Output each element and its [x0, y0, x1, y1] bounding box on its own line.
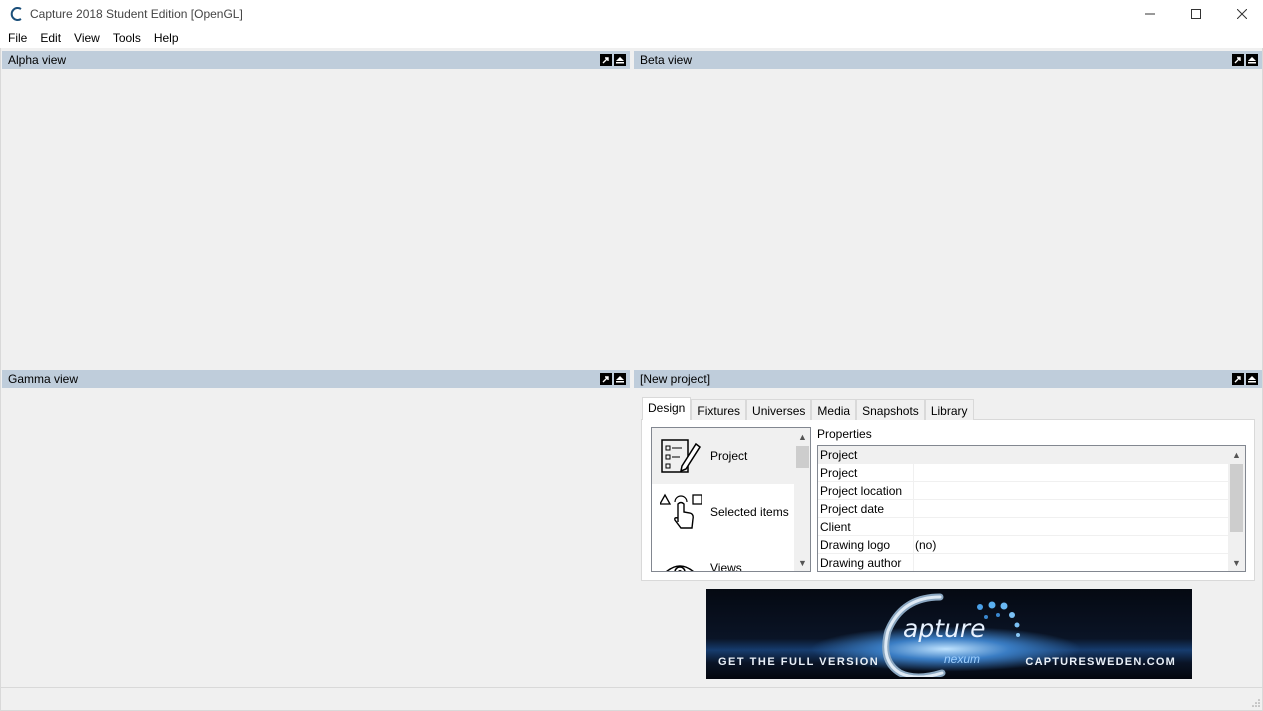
status-bar-divider	[1, 687, 1262, 688]
undock-button[interactable]	[600, 373, 612, 385]
scroll-down-icon[interactable]: ▼	[794, 554, 810, 571]
design-category-list[interactable]: Project Selected items Views ▲ ▼	[651, 427, 811, 572]
minimize-icon	[1145, 13, 1155, 15]
selected-items-icon	[660, 493, 702, 529]
eject-button[interactable]	[614, 373, 626, 385]
alpha-view-header: Alpha view	[2, 51, 630, 69]
tab-snapshots[interactable]: Snapshots	[856, 399, 925, 420]
title-bar: Capture 2018 Student Edition [OpenGL]	[0, 0, 1263, 28]
menu-bar: File Edit View Tools Help	[0, 28, 1263, 48]
upgrade-banner[interactable]: apture nexum GET THE FULL VERSION CAPTUR…	[706, 589, 1192, 679]
menu-file[interactable]: File	[2, 28, 34, 48]
resize-grip-icon[interactable]	[1251, 698, 1261, 708]
banner-cta: GET THE FULL VERSION	[718, 656, 880, 668]
property-name: Drawing author	[820, 556, 902, 570]
eject-button[interactable]	[1246, 373, 1258, 385]
gamma-view-title: Gamma view	[8, 372, 79, 386]
category-label: Project	[710, 449, 748, 463]
property-row[interactable]: Drawing logo (no)	[818, 536, 1228, 554]
property-row[interactable]: Project date	[818, 500, 1228, 518]
project-tabs: Design Fixtures Universes Media Snapshot…	[642, 397, 974, 420]
scroll-thumb[interactable]	[1230, 464, 1243, 532]
close-button[interactable]	[1219, 0, 1263, 28]
property-row[interactable]: Project location	[818, 482, 1228, 500]
eject-icon	[616, 57, 624, 64]
property-row[interactable]: Drawing author	[818, 554, 1228, 571]
category-label: Views	[710, 561, 742, 572]
properties-label: Properties	[817, 427, 872, 441]
project-panel-header: [New project]	[634, 370, 1262, 388]
property-name: Project	[820, 448, 858, 462]
property-name: Project location	[820, 484, 903, 498]
eject-icon	[1248, 376, 1256, 383]
banner-logo-word: apture	[903, 614, 986, 643]
column-divider	[913, 554, 914, 571]
tab-universes[interactable]: Universes	[746, 399, 812, 420]
eject-icon	[1248, 57, 1256, 64]
beta-view-header: Beta view	[634, 51, 1262, 69]
maximize-button[interactable]	[1173, 0, 1219, 28]
scroll-thumb[interactable]	[796, 446, 809, 468]
scroll-down-icon[interactable]: ▼	[1228, 554, 1245, 571]
alpha-view-title: Alpha view	[8, 53, 67, 67]
undock-button[interactable]	[1232, 373, 1244, 385]
eject-icon	[616, 376, 624, 383]
category-selected-items[interactable]: Selected items	[652, 484, 794, 540]
beta-view-title: Beta view	[640, 53, 693, 67]
close-icon	[1237, 9, 1247, 19]
project-edit-icon	[661, 439, 702, 473]
column-divider	[913, 500, 914, 518]
property-group-header[interactable]: Project	[818, 446, 1228, 464]
tab-library[interactable]: Library	[924, 399, 974, 420]
column-divider	[913, 518, 914, 536]
property-value[interactable]: (no)	[915, 538, 936, 552]
minimize-button[interactable]	[1127, 0, 1173, 28]
gamma-view-header: Gamma view	[2, 370, 630, 388]
undock-button[interactable]	[1232, 54, 1244, 66]
tab-design[interactable]: Design	[642, 397, 692, 420]
undock-icon	[602, 376, 609, 383]
capture-app-icon	[10, 7, 22, 21]
banner-logo-sub: nexum	[944, 652, 981, 666]
column-divider	[913, 482, 914, 500]
menu-help[interactable]: Help	[148, 28, 186, 48]
menu-edit[interactable]: Edit	[34, 28, 68, 48]
property-name: Client	[820, 520, 851, 534]
tab-fixtures[interactable]: Fixtures	[691, 399, 747, 420]
tab-media[interactable]: Media	[811, 399, 857, 420]
property-name: Project	[820, 466, 858, 480]
menu-tools[interactable]: Tools	[107, 28, 148, 48]
category-project[interactable]: Project	[652, 428, 794, 484]
properties-grid[interactable]: Project Project Project location Project…	[817, 445, 1246, 572]
property-name: Drawing logo	[820, 538, 891, 552]
scroll-up-icon[interactable]: ▲	[1228, 446, 1245, 463]
menu-view[interactable]: View	[68, 28, 107, 48]
undock-icon	[602, 57, 609, 64]
maximize-icon	[1191, 9, 1201, 19]
eject-button[interactable]	[614, 54, 626, 66]
scroll-up-icon[interactable]: ▲	[794, 428, 810, 445]
column-divider	[913, 536, 914, 554]
category-views[interactable]: Views	[652, 540, 794, 572]
property-name: Project date	[820, 502, 885, 516]
property-row[interactable]: Client	[818, 518, 1228, 536]
eye-icon	[666, 565, 694, 571]
banner-website: CAPTURESWEDEN.COM	[1025, 656, 1176, 668]
eject-button[interactable]	[1246, 54, 1258, 66]
category-scrollbar[interactable]: ▲ ▼	[794, 428, 810, 571]
undock-button[interactable]	[600, 54, 612, 66]
column-divider	[913, 464, 914, 482]
properties-scrollbar[interactable]: ▲ ▼	[1228, 446, 1245, 571]
category-label: Selected items	[710, 505, 789, 519]
undock-icon	[1234, 376, 1241, 383]
window-title: Capture 2018 Student Edition [OpenGL]	[30, 7, 243, 21]
property-row[interactable]: Project	[818, 464, 1228, 482]
project-panel-title: [New project]	[640, 372, 711, 386]
undock-icon	[1234, 57, 1241, 64]
